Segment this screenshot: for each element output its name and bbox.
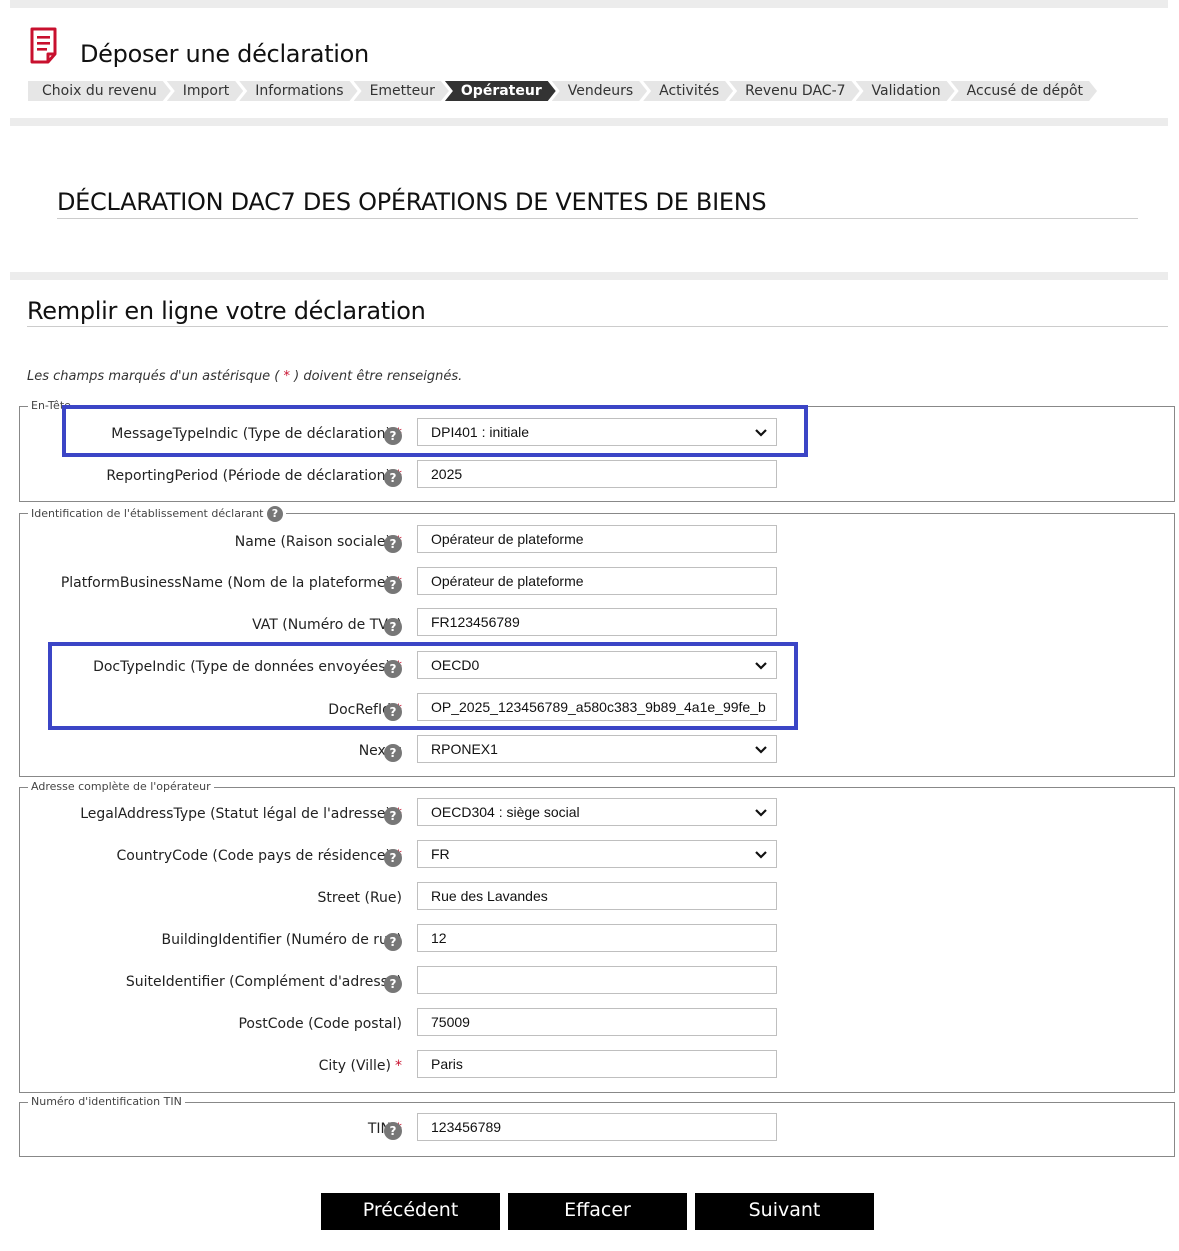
declaration-title-rule	[57, 218, 1138, 219]
step-accuse-de-depot[interactable]: Accusé de dépôt	[951, 81, 1097, 101]
divider-band	[10, 118, 1168, 126]
label-name: Name (Raison sociale)*	[234, 534, 402, 550]
label-legal-address-type: LegalAddressType (Statut légal de l'adre…	[80, 806, 402, 822]
label-building-identifier: BuildingIdentifier (Numéro de rue)	[161, 932, 403, 948]
step-choix-du-revenu[interactable]: Choix du revenu	[28, 81, 171, 101]
post-code-input[interactable]: 75009	[417, 1008, 777, 1036]
tin-input[interactable]: 123456789	[417, 1113, 777, 1141]
street-input[interactable]: Rue des Lavandes	[417, 882, 777, 910]
required-note: Les champs marqués d'un astérisque ( * )…	[27, 369, 463, 384]
chevron-down-icon	[755, 809, 767, 817]
label-post-code: PostCode (Code postal)	[238, 1016, 402, 1032]
label-reporting-period: ReportingPeriod (Période de déclaration)…	[106, 468, 402, 484]
label-vat: VAT (Numéro de TVA)	[252, 617, 402, 633]
next-button[interactable]: Suivant	[695, 1193, 874, 1230]
step-validation[interactable]: Validation	[856, 81, 955, 101]
form-title: Remplir en ligne votre déclaration	[27, 297, 426, 325]
label-street: Street (Rue)	[317, 890, 403, 906]
vat-input[interactable]: FR123456789	[417, 608, 777, 636]
label-platform-business-name: PlatformBusinessName (Nom de la platefor…	[60, 575, 402, 591]
nexus-select[interactable]: RPONEX1	[417, 735, 777, 763]
label-country-code: CountryCode (Code pays de résidence)*	[116, 848, 403, 864]
step-operateur[interactable]: Opérateur	[445, 81, 556, 101]
reporting-period-input[interactable]: 2025	[417, 460, 777, 488]
wizard-steps: Choix du revenu Import Informations Emet…	[28, 81, 1169, 101]
label-city: City (Ville) *	[318, 1058, 402, 1074]
document-edit-icon	[30, 27, 57, 64]
legend-identification: Identification de l'établissement déclar…	[28, 506, 286, 522]
page-title: Déposer une déclaration	[80, 40, 369, 68]
step-informations[interactable]: Informations	[239, 81, 357, 101]
highlight-box-doc-type-ref	[48, 642, 798, 730]
chevron-down-icon	[755, 746, 767, 754]
help-icon[interactable]: ?	[384, 618, 402, 636]
step-revenu-dac7[interactable]: Revenu DAC-7	[729, 81, 859, 101]
help-icon[interactable]: ?	[384, 535, 402, 553]
help-icon[interactable]: ?	[384, 576, 402, 594]
help-icon[interactable]: ?	[384, 849, 402, 867]
chevron-down-icon	[755, 851, 767, 859]
step-import[interactable]: Import	[167, 81, 243, 101]
platform-business-name-input[interactable]: Opérateur de plateforme	[417, 567, 777, 595]
declaration-title: DÉCLARATION DAC7 DES OPÉRATIONS DE VENTE…	[57, 188, 767, 216]
legend-tin: Numéro d'identification TIN	[28, 1095, 185, 1108]
form-title-rule	[27, 326, 1168, 327]
city-input[interactable]: Paris	[417, 1050, 777, 1078]
label-nexus: Nexus	[358, 743, 402, 759]
name-input[interactable]: Opérateur de plateforme	[417, 525, 777, 553]
step-activites[interactable]: Activités	[643, 81, 733, 101]
help-icon[interactable]: ?	[384, 933, 402, 951]
suite-identifier-input[interactable]	[417, 966, 777, 994]
building-identifier-input[interactable]: 12	[417, 924, 777, 952]
help-icon[interactable]: ?	[267, 506, 283, 522]
previous-button[interactable]: Précédent	[321, 1193, 500, 1230]
step-emetteur[interactable]: Emetteur	[354, 81, 449, 101]
top-band	[10, 0, 1168, 8]
step-vendeurs[interactable]: Vendeurs	[552, 81, 647, 101]
help-icon[interactable]: ?	[384, 1122, 402, 1140]
help-icon[interactable]: ?	[384, 744, 402, 762]
highlight-box-message-type	[62, 405, 808, 457]
country-code-select[interactable]: FR	[417, 840, 777, 868]
help-icon[interactable]: ?	[384, 975, 402, 993]
divider-band	[10, 272, 1168, 280]
help-icon[interactable]: ?	[384, 807, 402, 825]
label-suite-identifier: SuiteIdentifier (Complément d'adresse)	[125, 974, 402, 990]
clear-button[interactable]: Effacer	[508, 1193, 687, 1230]
legend-address: Adresse complète de l'opérateur	[28, 780, 214, 793]
help-icon[interactable]: ?	[384, 469, 402, 487]
label-tin: TIN*	[367, 1121, 402, 1137]
legal-address-type-select[interactable]: OECD304 : siège social	[417, 798, 777, 826]
